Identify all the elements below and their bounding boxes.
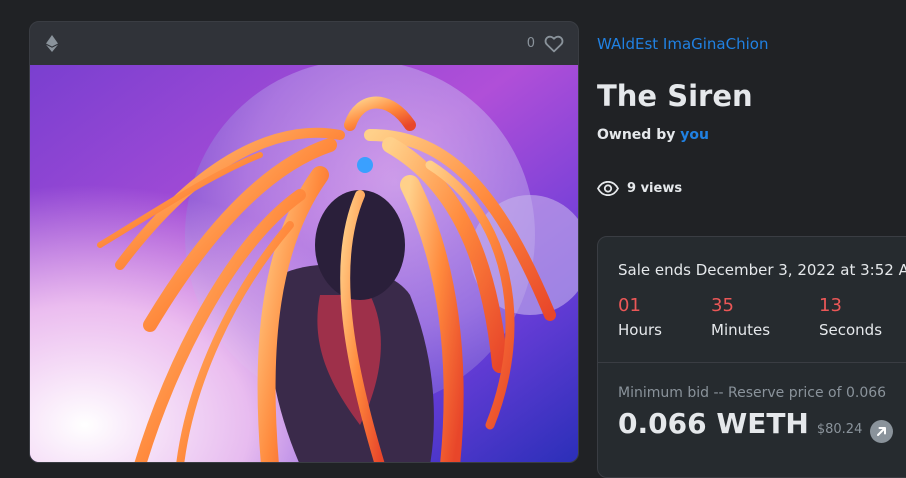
owner-link[interactable]: you [680, 127, 709, 143]
eye-icon [597, 181, 619, 196]
timer-minutes-label: Minutes [711, 321, 771, 339]
favorite-group: 0 [527, 35, 564, 53]
views-label: 9 views [627, 181, 683, 196]
sale-ends-text: Sale ends December 3, 2022 at 3:52 AM [618, 261, 906, 279]
external-link-icon[interactable] [870, 420, 894, 443]
item-title: The Siren [597, 79, 753, 113]
collection-link[interactable]: WAldEst ImaGinaChion [597, 35, 768, 53]
favorite-count: 0 [526, 36, 535, 51]
timer-minutes-value: 35 [711, 295, 734, 316]
ethereum-icon [46, 35, 58, 52]
timer-hours-value: 01 [618, 295, 641, 316]
heart-icon[interactable] [544, 35, 564, 53]
divider [598, 362, 906, 363]
timer-hours-label: Hours [618, 321, 662, 339]
nft-image-card: 0 [29, 21, 579, 463]
owned-by-label: Owned by [597, 127, 676, 143]
timer-seconds-value: 13 [819, 295, 842, 316]
timer-seconds-label: Seconds [819, 321, 883, 339]
price-row: 0.066 WETH $80.24 [618, 407, 894, 443]
owned-by: Owned by you [597, 127, 709, 143]
nft-artwork[interactable] [30, 65, 578, 462]
card-header: 0 [30, 22, 578, 65]
views-count: 9 views [597, 181, 682, 196]
minimum-bid-text: Minimum bid -- Reserve price of 0.066 [618, 385, 887, 401]
price-usd: $80.24 [816, 422, 863, 437]
current-price: 0.066 WETH [618, 407, 809, 440]
sale-panel: Sale ends December 3, 2022 at 3:52 AM 01… [597, 236, 906, 478]
